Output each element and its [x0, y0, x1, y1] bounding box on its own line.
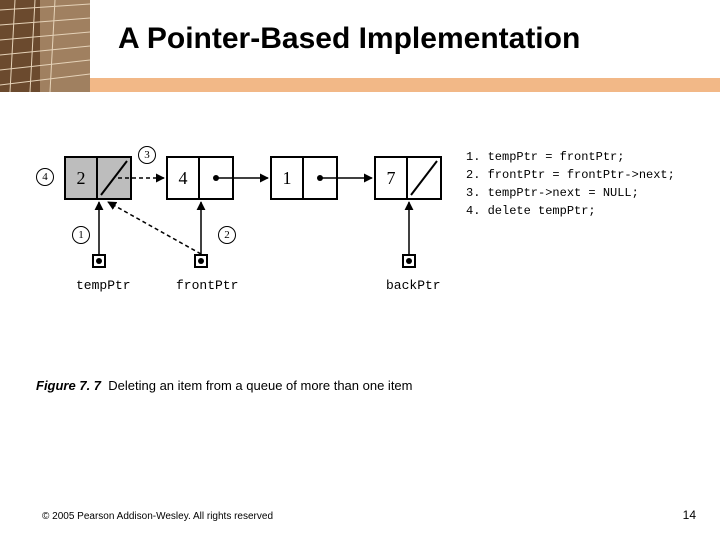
pointer-label-backptr: backPtr	[386, 278, 441, 293]
list-node: 1	[270, 156, 338, 200]
step-marker-3: 3	[138, 146, 156, 164]
pointer-label-frontptr: frontPtr	[176, 278, 238, 293]
node-next-slash	[98, 158, 130, 198]
step-marker-1: 1	[72, 226, 90, 244]
figure-caption: Figure 7. 7 Deleting an item from a queu…	[36, 378, 413, 393]
code-line: 2. frontPtr = frontPtr->next;	[466, 166, 675, 184]
code-line: 3. tempPtr->next = NULL;	[466, 184, 675, 202]
step-marker-2: 2	[218, 226, 236, 244]
slide-title: A Pointer-Based Implementation	[118, 22, 580, 56]
step-marker-4: 4	[36, 168, 54, 186]
corner-photo	[0, 0, 90, 92]
figure-number: Figure 7. 7	[36, 378, 101, 393]
pointer-var-box	[194, 254, 208, 268]
node-value: 1	[272, 158, 304, 198]
list-node: 2	[64, 156, 132, 200]
node-value: 2	[66, 158, 98, 198]
code-line: 1. tempPtr = frontPtr;	[466, 148, 675, 166]
page-number: 14	[683, 508, 696, 522]
node-value: 4	[168, 158, 200, 198]
pointer-var-box	[402, 254, 416, 268]
list-node: 4	[166, 156, 234, 200]
node-value: 7	[376, 158, 408, 198]
pointer-label-tempptr: tempPtr	[76, 278, 131, 293]
pointer-var-box	[92, 254, 106, 268]
diagram-area: 2 4 1 7 tempPtr frontPtr	[36, 138, 696, 338]
list-node: 7	[374, 156, 442, 200]
node-next	[304, 158, 336, 198]
node-next	[200, 158, 232, 198]
header-accent-band	[0, 78, 720, 92]
node-next-slash	[408, 158, 440, 198]
code-line: 4. delete tempPtr;	[466, 202, 675, 220]
figure-caption-text: Deleting an item from a queue of more th…	[108, 378, 412, 393]
code-steps: 1. tempPtr = frontPtr; 2. frontPtr = fro…	[466, 148, 675, 220]
copyright-text: © 2005 Pearson Addison-Wesley. All right…	[42, 511, 273, 522]
